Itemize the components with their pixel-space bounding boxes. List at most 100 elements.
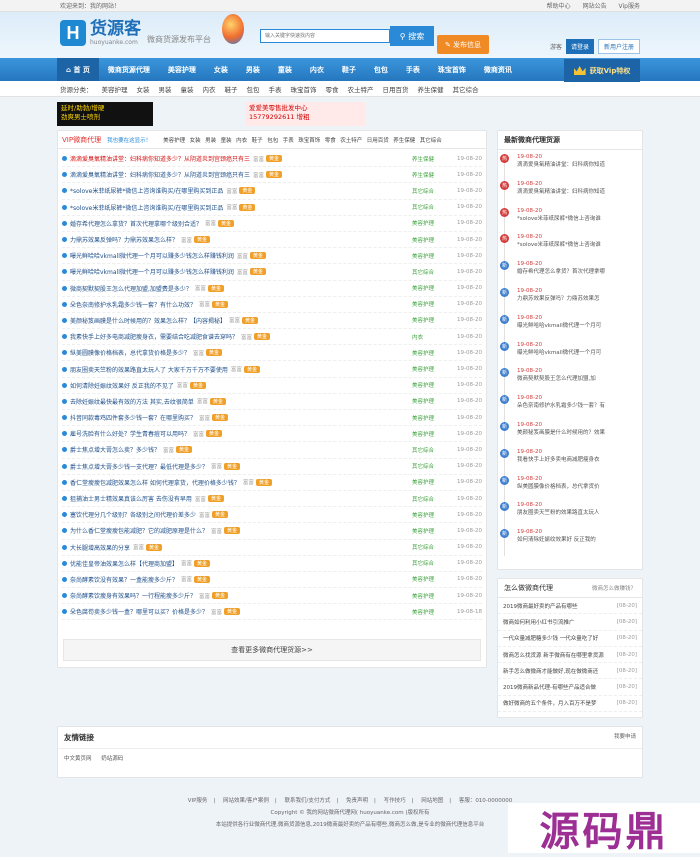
list-item[interactable]: 一代众量减肥糖多少钱 一代众量吃了好 [08-20] <box>498 631 642 647</box>
ad-banner-1[interactable]: 延时/助勃/增硬 劲爽男士喷剂 <box>57 102 153 126</box>
category-item[interactable]: 日用百货 <box>383 84 409 94</box>
timeline-item[interactable]: 新 19-08-20 朵色奈南修护水乳霜多少钱一套？有 <box>500 395 642 422</box>
friend-link[interactable]: 中文黄页网 <box>64 756 92 762</box>
listing-category[interactable]: 美容护理 <box>412 527 448 535</box>
timeline-item[interactable]: 新 19-08-20 如何清除妊娠纹效果好 反正我的 <box>500 529 642 556</box>
footer-link[interactable]: 联系我们/支付方式 <box>284 798 330 804</box>
timeline-text[interactable]: 微商契默契股王怎么代理加盟,加 <box>517 374 642 382</box>
listing-title[interactable]: 婚存希代理怎么拿货？首次代理拿哪个级别合适？ <box>70 219 202 228</box>
nav-shoes[interactable]: 鞋子 <box>333 58 365 81</box>
vip-link[interactable]: Vip服务 <box>619 3 640 10</box>
table-row[interactable]: 力鼎苏效果反弹吗？力鼎苏效果怎么样？ 富富 黄金 美容护理 19-08-20 <box>62 232 482 249</box>
table-row[interactable]: 塞饮代理分几个级别？各级别之间代理价差多少 富富 黄金 美容护理 19-08-20 <box>62 507 482 524</box>
table-row[interactable]: *solove米菲纸尿裤*微信上咨询谁购买/在哪里购买到正品 富富 黄金 其它综合 19… <box>62 200 482 216</box>
table-row[interactable]: 香仁堂瘦瘦包减肥效果怎么样 如何代理拿货，代理价格多少钱？ 富富 黄金 美容护理 19-… <box>62 475 482 491</box>
listing-title[interactable]: 滴滴爱臭氧精油讲堂：妇科病你知道多少？从阴道炎到宫颈癌只有三 <box>70 170 250 179</box>
listing-category[interactable]: 美容护理 <box>412 219 448 227</box>
category-item[interactable]: 美容护理 <box>102 84 128 94</box>
footer-link[interactable]: 免责声明 <box>346 798 368 804</box>
listing-title[interactable]: 朋友圈卖天竺粉的效果路直太玩人了 大家千万千万不要使用 <box>70 365 228 374</box>
timeline-text[interactable]: 如何清除妊娠纹效果好 反正我的 <box>517 535 642 543</box>
list-item[interactable]: 2019微商新品代理-有哪些产品适合做 [08-20] <box>498 679 642 696</box>
listing-category[interactable]: 美容护理 <box>412 608 448 616</box>
timeline-text[interactable]: 纵美圆膜像价格档表，总代拿货价 <box>517 482 642 490</box>
publish-button[interactable]: ✎ 发布信息 <box>437 35 489 54</box>
footer-link[interactable]: 网站地图 <box>421 798 443 804</box>
table-row[interactable]: 如何清除妊娠纹效果好 反正我的不见了 富富 黄金 美容护理 19-08-20 <box>62 378 482 394</box>
listing-title[interactable]: 香仁堂瘦瘦包减肥效果怎么样 如何代理拿货，代理价格多少钱？ <box>70 478 240 487</box>
article-title[interactable]: 微商如何利用小红书引流推广 <box>503 618 575 626</box>
listing-category[interactable]: 美容护理 <box>412 478 448 486</box>
nav-home[interactable]: ⌂ 首 页 <box>57 58 99 81</box>
table-row[interactable]: 优能佳皇帝油效果怎么样【代理商加盟】 富富 黄金 其它综合 19-08-20 <box>62 556 482 572</box>
table-row[interactable]: 滴滴爱臭氧精油讲堂：妇科病你知道多少？从阴道炎到宫颈癌只有三 富富 黄金 养生保健 19… <box>62 167 482 184</box>
listing-category[interactable]: 其它综合 <box>412 543 448 551</box>
timeline-item[interactable]: 热 19-08-20 *solove米菲纸尿裤*微信上咨询谁 <box>500 234 642 261</box>
listing-category[interactable]: 美容护理 <box>412 365 448 373</box>
footer-link[interactable]: VIP服务 <box>188 798 208 804</box>
table-row[interactable]: 滴滴爱臭氧精油讲堂：妇科病你知道多少？从阴道炎到宫颈癌只有三 富富 黄金 养生保健 19… <box>62 151 482 168</box>
category-item[interactable]: 童装 <box>181 84 194 94</box>
article-title[interactable]: 做好微商的五个条件，月入百万不是梦 <box>503 699 597 707</box>
table-row[interactable]: 婚存希代理怎么拿货？首次代理拿哪个级别合适？ 富富 黄金 美容护理 19-08-20 <box>62 216 482 232</box>
article-title[interactable]: 一代众量减肥糖多少钱 一代众量吃了好 <box>503 634 598 642</box>
table-row[interactable]: 爵士焦点增大膏多少钱一支代理？最低代理是多少？ 富富 黄金 其它综合 19-08-20 <box>62 459 482 475</box>
nav-beauty[interactable]: 美容护理 <box>159 58 205 81</box>
listing-category[interactable]: 美容护理 <box>412 414 448 422</box>
category-item[interactable]: 包包 <box>247 84 260 94</box>
listing-title[interactable]: 优能佳皇帝油效果怎么样【代理商加盟】 <box>70 559 178 568</box>
table-row[interactable]: 朵色奈南修护水乳霜多少钱一套？有什么功效？ 富富 黄金 美容护理 19-08-20 <box>62 297 482 313</box>
listing-title[interactable]: *solove米菲纸尿裤*微信上咨询谁购买/在哪里购买到正品 <box>70 203 223 212</box>
listing-category[interactable]: 美容护理 <box>412 381 448 389</box>
article-title[interactable]: 2019微商新品代理-有哪些产品适合做 <box>503 683 596 691</box>
listing-title[interactable]: 朵色腐苟卖多少钱一盒？哪里可以买？价格是多少？ <box>70 607 208 616</box>
category-item[interactable]: 养生保健 <box>418 84 444 94</box>
category-item[interactable]: 农土特产 <box>348 84 374 94</box>
table-row[interactable]: 曝光鲜哈哈vkmall微代理一个月可以赚多少钱怎么样赚钱利润 富富 黄金 美容护理 19… <box>62 248 482 265</box>
nav-men[interactable]: 男装 <box>237 58 269 81</box>
nav-agent[interactable]: 微商货源代理 <box>99 58 159 81</box>
listing-category[interactable]: 美容护理 <box>412 252 448 260</box>
timeline-text[interactable]: *solove米菲纸尿裤*微信上咨询谁 <box>517 214 642 222</box>
listing-title[interactable]: 曝光鲜哈哈vkmall微代理一个月可以赚多少钱怎么样赚钱利润 <box>70 251 234 260</box>
listing-category[interactable]: 美容护理 <box>412 430 448 438</box>
timeline-text[interactable]: 美颜秘笈画膜是什么时候用的？效果 <box>517 428 642 436</box>
listing-category[interactable]: 其它综合 <box>412 462 448 470</box>
listing-category[interactable]: 美容护理 <box>412 592 448 600</box>
listing-title[interactable]: 抖音同款毒鸡四件套多少钱一套？在哪里购买？ <box>70 413 196 422</box>
nav-underwear[interactable]: 内衣 <box>301 58 333 81</box>
timeline-item[interactable]: 新 19-08-20 纵美圆膜像价格档表，总代拿货价 <box>500 475 642 503</box>
panel-cat-tab[interactable]: 童装 <box>221 136 232 144</box>
listing-title[interactable]: *solove米菲纸尿裤*微信上咨询谁购买/在哪里购买到正品 <box>70 186 223 195</box>
table-row[interactable]: 狙捕油士男士精效果真该么厉害 去伤没有早用 富富 黄金 其它综合 19-08-20 <box>62 491 482 508</box>
listing-title[interactable]: 雇号洗脸有什么好处？学生青春痘可以用吗？ <box>70 429 190 438</box>
timeline-text[interactable]: 我看快手上好多卖电商减肥瘦身衣 <box>517 455 642 463</box>
table-row[interactable]: 雇号洗脸有什么好处？学生青春痘可以用吗？ 富富 黄金 美容护理 19-08-20 <box>62 426 482 443</box>
listing-title[interactable]: 爵士焦点增大膏多少钱一支代理？最低代理是多少？ <box>70 462 208 471</box>
table-row[interactable]: 美颜秘笈画膜是什么时候用的？效果怎么样？【内容揭秘】 富富 黄金 美容护理 19-08-… <box>62 313 482 330</box>
listing-title[interactable]: 奈尚酵素饮没有效果？一盒能瘦多少斤？ <box>70 575 178 584</box>
notice-link[interactable]: 网站公告 <box>583 3 607 10</box>
category-item[interactable]: 内衣 <box>203 84 216 94</box>
listing-category[interactable]: 内衣 <box>412 333 448 341</box>
footer-link[interactable]: 写作技巧 <box>384 798 406 804</box>
table-row[interactable]: 奈尚酵素饮瘦身有效果吗？一行程能瘦多少斤？ 富富 黄金 美容护理 19-08-20 <box>62 588 482 605</box>
listing-title[interactable]: 大长腿增高效果的分享 <box>70 543 130 552</box>
timeline-text[interactable]: 朵色奈南修护水乳霜多少钱一套？有 <box>517 401 642 409</box>
nav-jewelry[interactable]: 珠宝首饰 <box>429 58 475 81</box>
listing-category[interactable]: 美容护理 <box>412 575 448 583</box>
panel-cat-tab[interactable]: 珠宝首饰 <box>298 136 320 144</box>
panel-cat-tab[interactable]: 内衣 <box>236 136 247 144</box>
search-button[interactable]: ⚲ 搜索 <box>390 26 434 46</box>
listing-title[interactable]: 我素快手上好多电商减肥瘦身衣，需要结合吃减肥食谱去穿吗？ <box>70 332 238 341</box>
category-item[interactable]: 零食 <box>326 84 339 94</box>
timeline-item[interactable]: 新 19-08-20 朋友圈卖天竺粉的效果路直太玩人 <box>500 502 642 529</box>
category-item[interactable]: 男装 <box>159 84 172 94</box>
table-row[interactable]: 奈尚酵素饮没有效果？一盒能瘦多少斤？ 富富 黄金 美容护理 19-08-20 <box>62 572 482 589</box>
panel-cat-tab[interactable]: 包包 <box>267 136 278 144</box>
list-item[interactable]: 做好微商的五个条件，月入百万不是梦 [08-20] <box>498 696 642 713</box>
table-row[interactable]: 微商契默契股王怎么代理加盟,加盟费是多少？ 富富 黄金 美容护理 19-08-20 <box>62 281 482 297</box>
timeline-text[interactable]: 滴滴爱臭氧精油讲堂：妇科病你知道 <box>517 160 642 168</box>
listing-title[interactable]: 纵美圆膜像价格档表，总代拿货价格是多少？ <box>70 348 190 357</box>
listing-category[interactable]: 美容护理 <box>412 316 448 324</box>
